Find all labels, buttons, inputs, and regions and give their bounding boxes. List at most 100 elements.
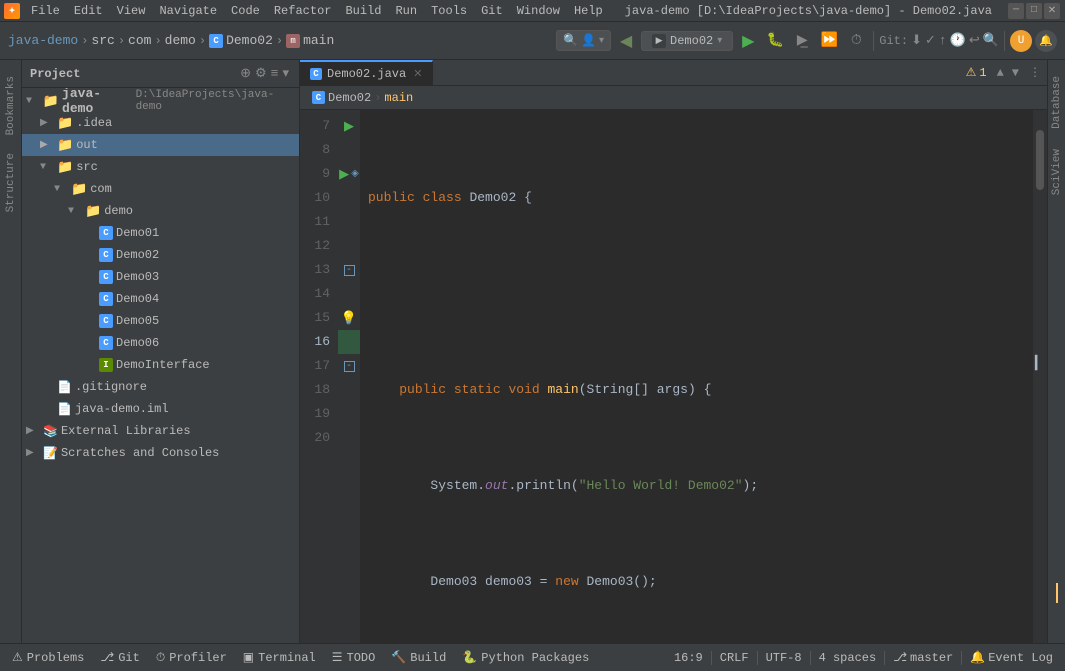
- bc-class[interactable]: Demo02: [328, 91, 371, 105]
- tree-item-demo06[interactable]: C Demo06: [22, 332, 299, 354]
- gutter-bookmark-9[interactable]: ◈: [351, 168, 359, 180]
- git-push-button[interactable]: ↑: [939, 33, 947, 48]
- menu-tools[interactable]: Tools: [424, 2, 474, 20]
- win-maximize[interactable]: □: [1026, 3, 1042, 19]
- win-close[interactable]: ✕: [1044, 3, 1060, 19]
- run-config-dropdown[interactable]: ▶ Demo02 ▾: [641, 31, 733, 51]
- sidebar-more-btn[interactable]: ▾: [282, 66, 289, 81]
- sidebar-settings-btn[interactable]: ⚙: [255, 66, 267, 81]
- tree-item-idea[interactable]: ▶ 📁 .idea: [22, 112, 299, 134]
- more-run-button[interactable]: ⏩: [817, 29, 841, 53]
- indent-indicator[interactable]: 4 spaces: [811, 644, 885, 671]
- tabs-chevron-up[interactable]: ▲: [993, 60, 1008, 85]
- build-button[interactable]: 🔨 Build: [383, 644, 454, 671]
- tree-item-com[interactable]: ▼ 📁 com: [22, 178, 299, 200]
- lightbulb-icon[interactable]: 💡: [341, 311, 357, 326]
- todo-button[interactable]: ☰ TODO: [324, 644, 384, 671]
- menu-build[interactable]: Build: [338, 2, 388, 20]
- menu-git[interactable]: Git: [474, 2, 510, 20]
- profile-button[interactable]: ⏱: [844, 29, 868, 53]
- encoding-indicator[interactable]: UTF-8: [758, 644, 810, 671]
- sidebar-collapse-btn[interactable]: ≡: [271, 66, 279, 81]
- tree-item-java-demo[interactable]: ▼ 📁 java-demo D:\IdeaProjects\java-demo: [22, 90, 299, 112]
- tree-item-demo01[interactable]: C Demo01: [22, 222, 299, 244]
- bookmarks-panel-button[interactable]: Bookmarks: [2, 68, 20, 143]
- event-log-button[interactable]: 🔔 Event Log: [962, 644, 1061, 671]
- tab-close[interactable]: ✕: [413, 67, 422, 81]
- tree-item-gitignore[interactable]: 📄 .gitignore: [22, 376, 299, 398]
- menu-run[interactable]: Run: [388, 2, 424, 20]
- breadcrumb-src[interactable]: src: [91, 33, 114, 48]
- tree-item-iml[interactable]: 📄 java-demo.iml: [22, 398, 299, 420]
- database-panel-button[interactable]: Database: [1048, 68, 1065, 137]
- tab-demo02[interactable]: C Demo02.java ✕: [300, 60, 433, 85]
- breadcrumb-com[interactable]: com: [128, 33, 151, 48]
- menu-edit[interactable]: Edit: [67, 2, 110, 20]
- tree-item-demo04[interactable]: C Demo04: [22, 288, 299, 310]
- breadcrumb-method[interactable]: m main: [286, 33, 334, 48]
- tree-item-src[interactable]: ▼ 📁 src: [22, 156, 299, 178]
- code-editor[interactable]: 7 8 9 10 11 12 13 14 15 16 17 18 19 20 ▶: [300, 110, 1047, 643]
- tab-warning[interactable]: ⚠ 1: [960, 60, 993, 85]
- win-minimize[interactable]: ─: [1008, 3, 1024, 19]
- breadcrumb-demo[interactable]: demo: [165, 33, 196, 48]
- menu-refactor[interactable]: Refactor: [267, 2, 339, 20]
- tree-item-scratches[interactable]: ▶ 📝 Scratches and Consoles: [22, 442, 299, 464]
- git-status-button[interactable]: ⎇ Git: [92, 644, 147, 671]
- code-content[interactable]: public class Demo02 { public static void…: [360, 110, 1033, 643]
- notifications-button[interactable]: 🔔: [1035, 30, 1057, 52]
- gutter-run-9[interactable]: ▶ ◈: [338, 162, 360, 186]
- menu-code[interactable]: Code: [224, 2, 267, 20]
- tree-item-demointerface[interactable]: I DemoInterface: [22, 354, 299, 376]
- breadcrumb-class[interactable]: C Demo02: [209, 33, 273, 48]
- tree-item-out[interactable]: ▶ 📁 out: [22, 134, 299, 156]
- git-rollback-button[interactable]: ↩: [969, 33, 980, 48]
- nav-back-button[interactable]: ◀: [614, 29, 638, 53]
- search-everywhere-button[interactable]: 🔍 👤 ▾: [556, 30, 611, 51]
- gutter-lightbulb-15[interactable]: 💡: [338, 306, 360, 330]
- fold-icon-17[interactable]: -: [344, 361, 355, 372]
- tree-item-demo03[interactable]: C Demo03: [22, 266, 299, 288]
- tabs-chevron-down[interactable]: ▼: [1008, 60, 1023, 85]
- tree-item-demo[interactable]: ▼ 📁 demo: [22, 200, 299, 222]
- gutter-run-7[interactable]: ▶: [338, 114, 360, 138]
- bc-method[interactable]: main: [384, 91, 413, 105]
- terminal-button[interactable]: ▣ Terminal: [235, 644, 324, 671]
- menu-file[interactable]: File: [24, 2, 67, 20]
- scroll-thumb[interactable]: [1036, 130, 1044, 190]
- menu-help[interactable]: Help: [567, 2, 610, 20]
- tabs-more-button[interactable]: ⋮: [1023, 60, 1047, 85]
- git-commit-button[interactable]: ✓: [925, 33, 936, 48]
- run-button[interactable]: ▶: [736, 29, 760, 53]
- problems-button[interactable]: ⚠ Problems: [4, 644, 92, 671]
- tab-icon: C: [310, 68, 322, 80]
- user-avatar[interactable]: U: [1010, 30, 1032, 52]
- git-branch-indicator[interactable]: ⎇ master: [885, 644, 961, 671]
- scratches-icon: 📝: [43, 446, 58, 461]
- git-history-button[interactable]: 🕐: [950, 33, 966, 48]
- git-update-button[interactable]: ⬇: [911, 33, 922, 48]
- menu-view[interactable]: View: [110, 2, 153, 20]
- sidebar-header: Project ⊕ ⚙ ≡ ▾: [22, 60, 299, 88]
- breadcrumb-project[interactable]: java-demo: [8, 33, 78, 48]
- line-col-indicator[interactable]: 16:9: [666, 644, 711, 671]
- profiler-button[interactable]: ⏱ Profiler: [148, 644, 235, 671]
- tree-item-demo02[interactable]: C Demo02: [22, 244, 299, 266]
- gutter-fold-17[interactable]: -: [338, 354, 360, 378]
- breadcrumb-sep1: ›: [81, 34, 88, 48]
- python-packages-button[interactable]: 🐍 Python Packages: [454, 644, 597, 671]
- sidebar-scope-btn[interactable]: ⊕: [240, 66, 251, 81]
- tree-item-extlibs[interactable]: ▶ 📚 External Libraries: [22, 420, 299, 442]
- coverage-button[interactable]: ▶̲: [790, 29, 814, 53]
- search-button[interactable]: 🔍: [983, 33, 999, 48]
- fold-icon-13[interactable]: -: [344, 265, 355, 276]
- sciview-panel-button[interactable]: SciView: [1048, 141, 1065, 203]
- menu-navigate[interactable]: Navigate: [152, 2, 224, 20]
- gutter-fold-13[interactable]: -: [338, 258, 360, 282]
- structure-panel-button[interactable]: Structure: [2, 145, 20, 220]
- line-ending-indicator[interactable]: CRLF: [712, 644, 757, 671]
- tree-item-demo05[interactable]: C Demo05: [22, 310, 299, 332]
- debug-button[interactable]: 🐛: [763, 29, 787, 53]
- editor-vscroll[interactable]: [1033, 110, 1047, 643]
- menu-window[interactable]: Window: [510, 2, 567, 20]
